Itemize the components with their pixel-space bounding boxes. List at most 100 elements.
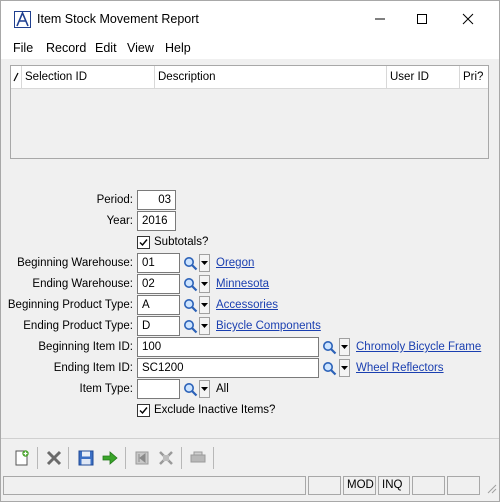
menu-file[interactable]: File [13,41,33,55]
chevron-down-icon [201,281,208,286]
window-title: Item Stock Movement Report [37,12,199,26]
menu-help[interactable]: Help [165,41,191,55]
beginning-item-id-dropdown-button[interactable] [339,338,350,356]
proceed-arrow-icon [102,451,118,465]
beginning-item-id-description-link[interactable]: Chromoly Bicycle Frame [356,338,481,356]
menu-record[interactable]: Record [46,41,86,55]
status-message-panel [3,476,306,495]
ending-item-id-description-link[interactable]: Wheel Reflectors [356,359,444,377]
ending-warehouse-dropdown-button[interactable] [199,275,210,293]
item-type-lookup-button[interactable] [181,379,199,399]
magnifier-icon [183,319,197,333]
new-record-icon [15,450,29,466]
column-header-description[interactable]: Description [155,66,387,88]
beginning-product-type-dropdown-button[interactable] [199,296,210,314]
proceed-button[interactable] [99,447,121,469]
chevron-down-icon [201,323,208,328]
status-panel-blank [308,476,341,495]
menu-edit[interactable]: Edit [95,41,117,55]
ending-warehouse-lookup-button[interactable] [181,274,199,294]
item-type-label: Item Type: [79,383,133,395]
period-label: Period: [96,194,133,206]
toolbar-divider [37,447,38,469]
save-icon [78,450,94,466]
magnifier-icon [183,277,197,291]
ending-product-type-lookup-button[interactable] [181,316,199,336]
chevron-down-icon [201,260,208,265]
exclude-inactive-checkbox[interactable] [137,404,150,417]
first-record-button [131,447,153,469]
column-header-print[interactable]: Pri? [460,66,488,88]
beginning-warehouse-dropdown-button[interactable] [199,254,210,272]
column-header-user-id[interactable]: User ID [387,66,460,88]
beginning-item-id-lookup-button[interactable] [320,337,338,357]
ending-warehouse-label: Ending Warehouse: [32,278,133,290]
subtotals-checkbox[interactable] [137,236,150,249]
item-type-description: All [216,383,229,395]
toolbar-separator [1,438,499,439]
resize-grip-icon[interactable] [485,482,497,494]
year-label: Year: [106,215,133,227]
ending-item-id-input[interactable]: SC1200 [137,358,319,378]
beginning-product-type-input[interactable]: A [137,295,180,315]
clear-icon [159,451,173,465]
toolbar-divider [181,447,182,469]
chevron-down-icon [341,344,348,349]
chevron-down-icon [201,302,208,307]
ending-product-type-dropdown-button[interactable] [199,317,210,335]
period-input[interactable]: 03 [137,190,176,210]
chevron-down-icon [201,386,208,391]
status-mode-mod: MOD [343,476,376,495]
ending-item-id-label: Ending Item ID: [53,362,133,374]
status-mode-inq: INQ [378,476,410,495]
beginning-warehouse-label: Beginning Warehouse: [17,257,133,269]
beginning-warehouse-lookup-button[interactable] [181,253,199,273]
beginning-product-type-lookup-button[interactable] [181,295,199,315]
ending-product-type-description-link[interactable]: Bicycle Components [216,317,321,335]
magnifier-icon [183,256,197,270]
magnifier-icon [183,382,197,396]
app-logo-icon [14,10,31,28]
save-button[interactable] [75,447,97,469]
ending-product-type-label: Ending Product Type: [23,320,133,332]
magnifier-icon [183,298,197,312]
maximize-button[interactable] [399,1,445,37]
status-panel-blank [447,476,480,495]
status-panel-blank [412,476,445,495]
beginning-item-id-input[interactable]: 100 [137,337,319,357]
row-edit-marker [11,66,22,88]
new-record-button[interactable] [11,447,33,469]
year-input[interactable]: 2016 [137,211,176,231]
beginning-product-type-description-link[interactable]: Accessories [216,296,278,314]
report-window: Item Stock Movement Report File Record E… [0,0,500,502]
exclude-inactive-label: Exclude Inactive Items? [154,404,276,416]
beginning-item-id-label: Beginning Item ID: [38,341,133,353]
ending-warehouse-description-link[interactable]: Minnesota [216,275,269,293]
chevron-down-icon [341,365,348,370]
menu-view[interactable]: View [127,41,154,55]
first-record-icon [135,451,149,465]
print-button [187,447,209,469]
ending-product-type-input[interactable]: D [137,316,180,336]
minimize-button[interactable] [357,1,403,37]
ending-warehouse-input[interactable]: 02 [137,274,180,294]
clear-button [155,447,177,469]
close-button[interactable] [445,1,491,37]
column-header-selection-id[interactable]: Selection ID [22,66,155,88]
delete-icon [46,450,62,466]
magnifier-icon [322,361,336,375]
item-type-input[interactable] [137,379,180,399]
toolbar-divider [213,447,214,469]
selection-grid[interactable]: Selection ID Description User ID Pri? [10,65,489,159]
beginning-warehouse-description-link[interactable]: Oregon [216,254,254,272]
beginning-product-type-label: Beginning Product Type: [7,299,133,311]
delete-button[interactable] [43,447,65,469]
ending-item-id-dropdown-button[interactable] [339,359,350,377]
magnifier-icon [322,340,336,354]
item-type-dropdown-button[interactable] [199,380,210,398]
grid-header: Selection ID Description User ID Pri? [11,66,488,89]
toolbar-divider [125,447,126,469]
menu-bar: File Record Edit View Help [1,37,499,59]
ending-item-id-lookup-button[interactable] [320,358,338,378]
beginning-warehouse-input[interactable]: 01 [137,253,180,273]
